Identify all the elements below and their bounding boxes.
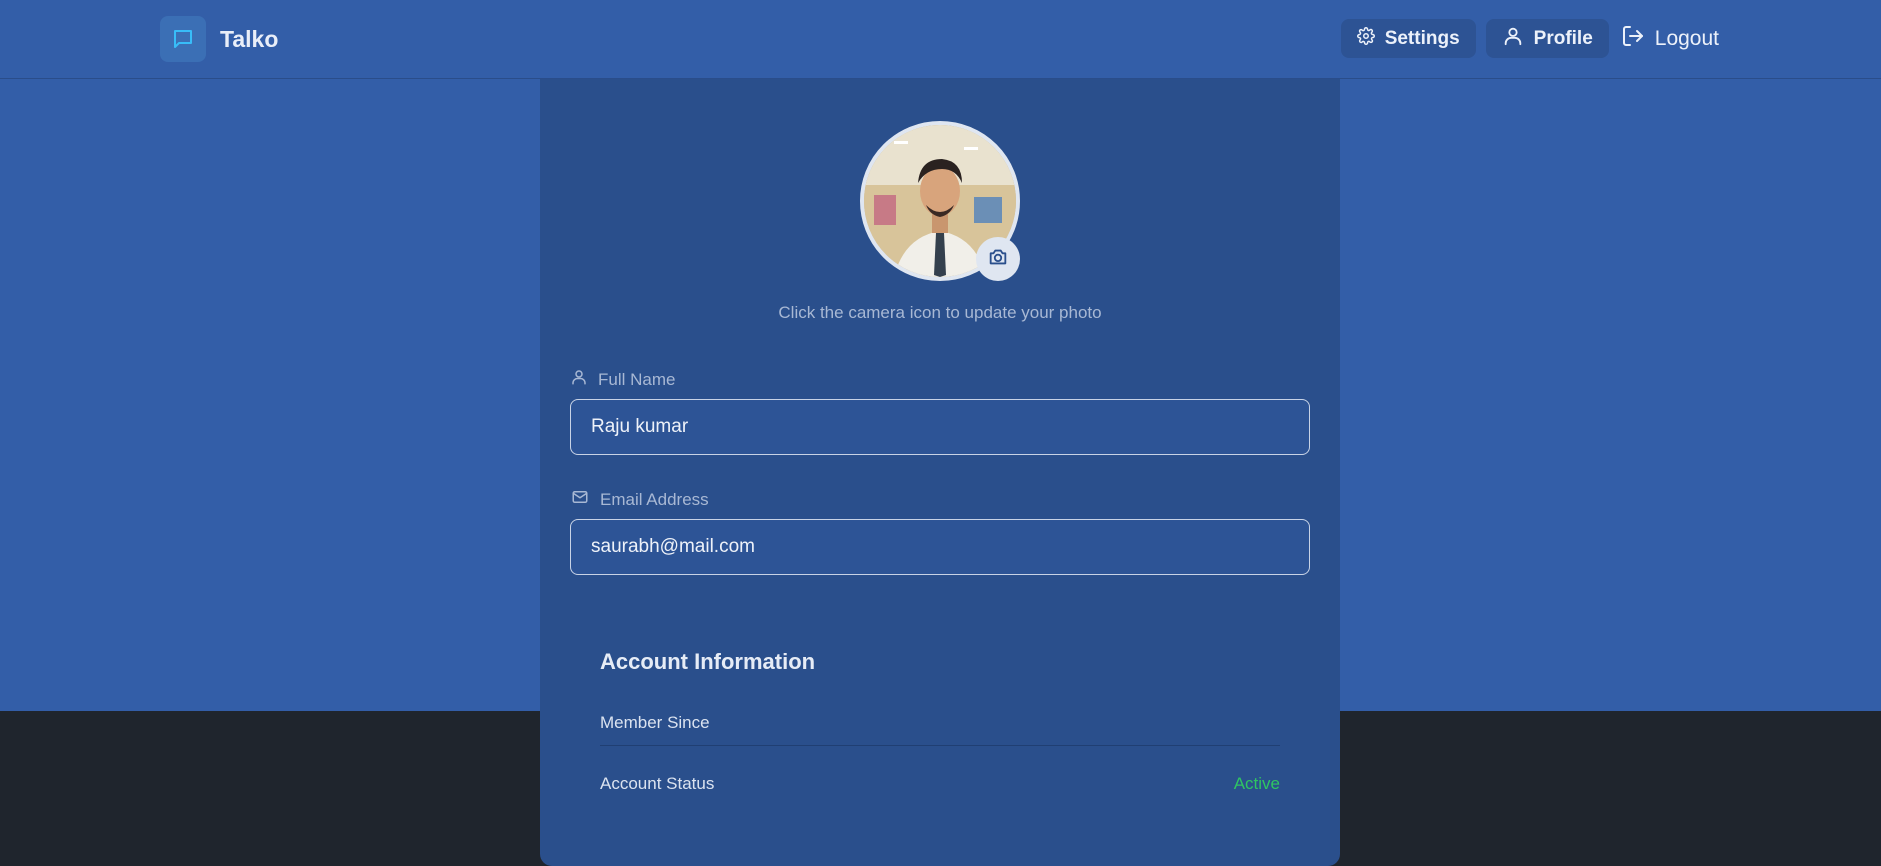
account-status-label: Account Status bbox=[600, 774, 715, 793]
logout-icon bbox=[1621, 24, 1645, 54]
email-label: Email Address bbox=[570, 488, 709, 511]
member-since-label: Member Since bbox=[600, 713, 710, 732]
full-name-label-text: Full Name bbox=[598, 369, 676, 389]
account-info-title: Account Information bbox=[600, 649, 816, 674]
account-status-row: Account Status Active bbox=[600, 774, 1280, 794]
brand-link[interactable]: Talko bbox=[160, 16, 278, 62]
divider bbox=[600, 745, 1280, 746]
full-name-label: Full Name bbox=[570, 368, 675, 391]
profile-card: Click the camera icon to update your pho… bbox=[540, 79, 1340, 866]
member-since-row: Member Since bbox=[600, 713, 1280, 733]
mail-icon bbox=[570, 488, 590, 511]
status-badge: Active bbox=[1233, 774, 1280, 793]
full-name-input[interactable] bbox=[570, 399, 1310, 455]
email-input[interactable] bbox=[570, 519, 1310, 575]
email-label-text: Email Address bbox=[600, 489, 709, 509]
photo-hint: Click the camera icon to update your pho… bbox=[778, 303, 1102, 322]
settings-button[interactable]: Settings bbox=[1340, 19, 1476, 58]
user-icon bbox=[1502, 25, 1524, 53]
logout-label: Logout bbox=[1654, 26, 1719, 50]
chat-bubble-icon bbox=[160, 16, 206, 62]
nav-actions: Settings Profile Logout bbox=[1340, 19, 1721, 58]
user-icon bbox=[570, 368, 588, 391]
logout-button[interactable]: Logout bbox=[1619, 19, 1721, 58]
settings-label: Settings bbox=[1384, 27, 1460, 49]
profile-button[interactable]: Profile bbox=[1485, 19, 1609, 58]
camera-button[interactable] bbox=[976, 237, 1020, 281]
brand-name: Talko bbox=[220, 25, 279, 52]
camera-icon bbox=[987, 246, 1009, 273]
avatar-container bbox=[860, 121, 1020, 281]
profile-label: Profile bbox=[1533, 27, 1593, 49]
navbar: Talko Settings Profile Logout bbox=[0, 0, 1881, 79]
gear-icon bbox=[1356, 26, 1375, 51]
